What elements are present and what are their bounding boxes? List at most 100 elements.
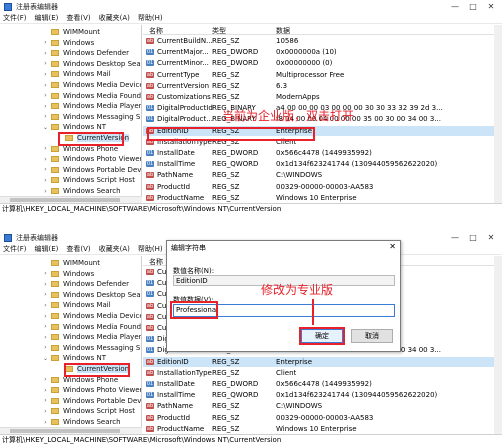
chevron-right-icon[interactable]: › — [42, 397, 49, 404]
dialog-close-icon[interactable]: ✕ — [389, 242, 396, 251]
scrollbar-thumb[interactable] — [10, 198, 120, 202]
chevron-right-icon[interactable]: › — [42, 344, 49, 351]
tree-horizontal-scrollbar[interactable] — [0, 196, 142, 203]
chevron-right-icon[interactable]: › — [42, 156, 49, 163]
menu-help[interactable]: 帮助(H) — [138, 244, 163, 254]
value-row[interactable]: ab CurrentBuildN... REG_SZ 10586 — [143, 36, 494, 46]
value-row[interactable]: ab Customizations REG_SZ ModernApps — [143, 92, 494, 102]
tree-item[interactable]: ⌄ Windows NT — [42, 122, 106, 132]
chevron-right-icon[interactable]: › — [42, 323, 49, 330]
tree-item[interactable]: › Windows Script Host — [42, 406, 135, 416]
chevron-right-icon[interactable]: › — [42, 419, 49, 426]
value-row[interactable]: 01 CurrentMinor... REG_DWORD 0x00000000 (0) — [143, 58, 494, 68]
chevron-right-icon[interactable]: › — [42, 177, 49, 184]
chevron-down-icon[interactable]: ⌄ — [42, 124, 49, 131]
chevron-right-icon[interactable]: › — [42, 92, 49, 99]
value-row[interactable]: ab PathName REG_SZ C:\WINDOWS — [143, 401, 494, 411]
value-row[interactable]: ab ProductId REG_SZ 00329-00000-00003-AA583 — [143, 182, 494, 192]
chevron-right-icon[interactable]: › — [42, 103, 49, 110]
minimize-button[interactable]: — — [446, 1, 464, 12]
value-row[interactable]: 01 InstallTime REG_QWORD 0x1d134f623241744 … — [143, 159, 494, 169]
tree-item[interactable]: › Windows Photo Viewer — [42, 385, 141, 395]
tree-item[interactable]: › Windows Media Player — [42, 332, 141, 342]
tree-item[interactable]: ⌄ Windows NT — [42, 353, 106, 363]
value-row[interactable]: ab ProductId REG_SZ 00329-00000-00003-AA583 — [143, 413, 494, 423]
value-row[interactable]: ab PathName REG_SZ C:\WINDOWS — [143, 170, 494, 180]
chevron-right-icon[interactable]: › — [42, 376, 49, 383]
minimize-button[interactable]: — — [446, 232, 464, 243]
menu-edit[interactable]: 编辑(E) — [35, 244, 59, 254]
chevron-right-icon[interactable]: › — [42, 302, 49, 309]
column-type[interactable]: 类型 — [212, 26, 226, 36]
close-button[interactable]: ✕ — [482, 1, 500, 12]
tree-item[interactable]: › Windows Search — [42, 417, 120, 427]
value-row[interactable]: ab CurrentVersion REG_SZ 6.3 — [143, 81, 494, 91]
menu-help[interactable]: 帮助(H) — [138, 13, 163, 23]
tree-item[interactable]: › Windows — [42, 269, 94, 279]
chevron-right-icon[interactable]: › — [42, 188, 49, 195]
chevron-right-icon[interactable]: › — [42, 166, 49, 173]
tree-item[interactable]: WIMMount — [42, 258, 100, 268]
column-name[interactable]: 名称 — [149, 257, 163, 267]
value-row[interactable]: 01 InstallTime REG_QWORD 0x1d134f623241744 … — [143, 390, 494, 400]
menu-view[interactable]: 查看(V) — [66, 244, 90, 254]
values-vertical-scrollbar[interactable] — [494, 256, 502, 434]
chevron-right-icon[interactable]: › — [42, 334, 49, 341]
column-data[interactable]: 数据 — [276, 26, 290, 36]
menu-file[interactable]: 文件(F) — [3, 244, 27, 254]
chevron-right-icon[interactable]: › — [42, 313, 49, 320]
tree-item[interactable]: › Windows Media Device — [42, 311, 141, 321]
column-name[interactable]: 名称 — [149, 26, 163, 36]
maximize-button[interactable]: □ — [464, 232, 482, 243]
chevron-right-icon[interactable]: › — [42, 281, 49, 288]
chevron-down-icon[interactable]: ⌄ — [42, 355, 49, 362]
tree-item[interactable]: › Windows Photo Viewer — [42, 154, 141, 164]
chevron-right-icon[interactable]: › — [42, 39, 49, 46]
tree-item[interactable]: › Windows — [42, 38, 94, 48]
menu-favorites[interactable]: 收藏夹(A) — [99, 13, 130, 23]
value-row[interactable]: ab CurrentType REG_SZ Multiprocessor Free — [143, 70, 494, 80]
chevron-right-icon[interactable]: › — [42, 60, 49, 67]
menu-file[interactable]: 文件(F) — [3, 13, 27, 23]
close-button[interactable]: ✕ — [482, 232, 500, 243]
tree-item[interactable]: › Windows Mail — [42, 69, 110, 79]
chevron-right-icon[interactable]: › — [42, 113, 49, 120]
menu-favorites[interactable]: 收藏夹(A) — [99, 244, 130, 254]
chevron-right-icon[interactable]: › — [42, 71, 49, 78]
maximize-button[interactable]: □ — [464, 1, 482, 12]
menu-edit[interactable]: 编辑(E) — [35, 13, 59, 23]
value-row[interactable]: 01 CurrentMajor... REG_DWORD 0x0000000a (10… — [143, 47, 494, 57]
chevron-right-icon[interactable]: › — [42, 387, 49, 394]
tree-item[interactable]: › Windows Messaging Su — [42, 343, 141, 353]
chevron-right-icon[interactable]: › — [42, 270, 49, 277]
value-row[interactable]: 01 InstallDate REG_DWORD 0x566c4478 (144993… — [143, 379, 494, 389]
value-row[interactable]: ab ProductName REG_SZ Windows 10 Enterprise — [143, 193, 494, 203]
tree-item[interactable]: › Windows Defender — [42, 48, 129, 58]
cancel-button[interactable]: 取消 — [351, 329, 393, 343]
value-row[interactable]: 01 InstallDate REG_DWORD 0x566c4478 (144993… — [143, 148, 494, 158]
chevron-right-icon[interactable]: › — [42, 145, 49, 152]
tree-item[interactable]: › Windows Media Device — [42, 80, 141, 90]
values-vertical-scrollbar[interactable] — [494, 25, 502, 203]
value-row[interactable]: ab ProductName REG_SZ Windows 10 Enterprise — [143, 424, 494, 434]
tree-item[interactable]: › Windows Defender — [42, 279, 129, 289]
tree-item[interactable]: › Windows Media Founda — [42, 322, 141, 332]
tree-item[interactable]: › Windows Search — [42, 186, 120, 196]
tree-item[interactable]: › Windows Mail — [42, 300, 110, 310]
tree-item[interactable]: › Windows Media Founda — [42, 91, 141, 101]
chevron-right-icon[interactable]: › — [42, 82, 49, 89]
scrollbar-thumb[interactable] — [10, 429, 120, 433]
chevron-right-icon[interactable]: › — [42, 291, 49, 298]
tree-item[interactable]: › Windows Media Player — [42, 101, 141, 111]
value-row[interactable]: ab EditionID REG_SZ Enterprise — [143, 356, 494, 367]
tree-item[interactable]: › Windows Portable Devi — [42, 396, 141, 406]
tree-item[interactable]: WIMMount — [42, 27, 100, 37]
tree-item[interactable]: › Windows Messaging Su — [42, 112, 141, 122]
tree-item[interactable]: › Windows Portable Devi — [42, 165, 141, 175]
tree-item[interactable]: › Windows Desktop Searc — [42, 290, 141, 300]
chevron-right-icon[interactable]: › — [42, 408, 49, 415]
value-row[interactable]: ab InstallationType REG_SZ Client — [143, 368, 494, 378]
tree-horizontal-scrollbar[interactable] — [0, 427, 142, 434]
menu-view[interactable]: 查看(V) — [66, 13, 90, 23]
tree-item[interactable]: › Windows Desktop Searc — [42, 59, 141, 69]
